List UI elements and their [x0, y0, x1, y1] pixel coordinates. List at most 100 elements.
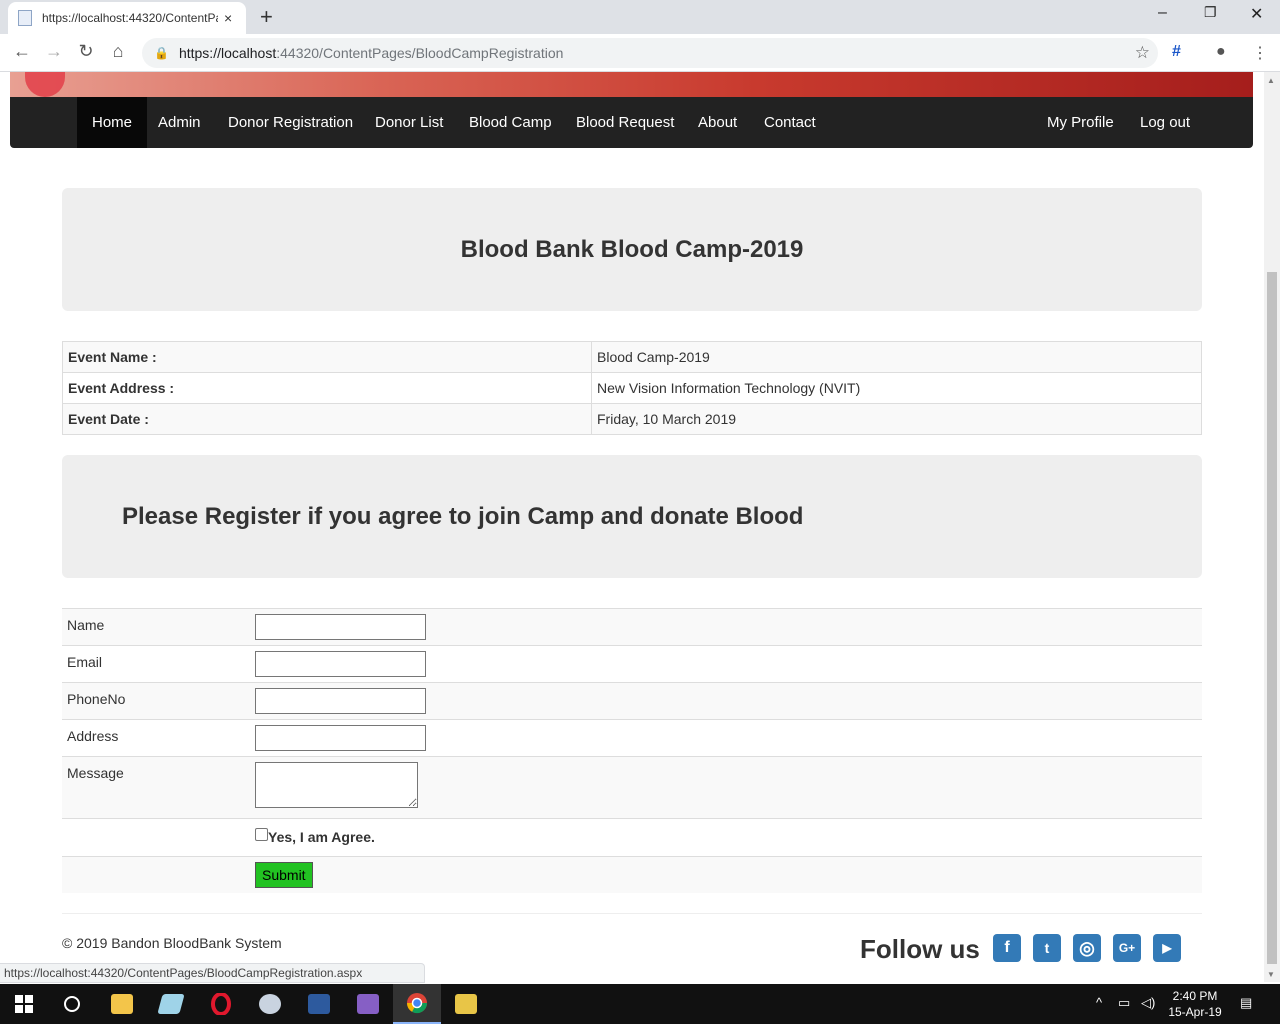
form-row-email: Email [62, 645, 1202, 682]
follow-us-heading: Follow us [860, 934, 980, 964]
network-icon[interactable]: ▭ [1118, 995, 1130, 1011]
scroll-down-icon[interactable]: ▼ [1267, 970, 1275, 979]
event-address-value: New Vision Information Technology (NVIT) [591, 372, 1202, 404]
chrome-icon[interactable] [393, 984, 441, 1024]
restore-icon[interactable]: ❐ [1204, 4, 1217, 21]
youtube-icon[interactable]: ▶ [1153, 934, 1181, 962]
form-row-address: Address [62, 719, 1202, 756]
clock-date: 15-Apr-19 [1168, 1005, 1222, 1019]
browser-tab[interactable]: https://localhost:44320/ContentPages/Blo… [8, 2, 246, 34]
nav-admin[interactable]: Admin [143, 97, 216, 148]
form-row-message: Message [62, 756, 1202, 818]
app-icon[interactable] [147, 984, 195, 1024]
table-row: Event Address : New Vision Information T… [62, 372, 1202, 404]
footer-divider [62, 913, 1202, 914]
home-icon[interactable]: ⌂ [106, 41, 130, 62]
form-row-submit: Submit [62, 856, 1202, 893]
event-details-table: Event Name : Blood Camp-2019 Event Addre… [62, 341, 1202, 435]
taskbar-clock[interactable]: 2:40 PM 15-Apr-19 [1160, 988, 1230, 1020]
form-row-agree: Yes, I am Agree. [62, 818, 1202, 856]
form-row-name: Name [62, 608, 1202, 645]
name-label: Name [67, 617, 105, 633]
event-name-label: Event Name : [62, 341, 592, 373]
agree-label[interactable]: Yes, I am Agree. [268, 829, 375, 845]
form-row-phone: PhoneNo [62, 682, 1202, 719]
lock-icon: 🔒 [154, 46, 169, 60]
page-title: Blood Bank Blood Camp-2019 [460, 236, 804, 263]
message-label: Message [67, 765, 124, 781]
page-scrollbar[interactable]: ▲ ▼ [1264, 72, 1280, 982]
tray-chevron-icon[interactable]: ^ [1096, 995, 1102, 1010]
new-tab-button[interactable]: + [260, 4, 273, 30]
address-label: Address [67, 728, 119, 744]
email-label: Email [67, 654, 103, 670]
instagram-icon[interactable]: ◎ [1073, 934, 1101, 962]
registration-form: Name Email PhoneNo Address Message Yes, … [62, 608, 1202, 893]
browser-toolbar: ← → ↻ ⌂ 🔒 https://localhost:44320/Conten… [0, 34, 1280, 72]
nav-donor-registration[interactable]: Donor Registration [213, 97, 368, 148]
nav-blood-camp[interactable]: Blood Camp [454, 97, 567, 148]
close-tab-icon[interactable]: × [224, 10, 232, 26]
message-textarea[interactable] [255, 762, 418, 808]
name-input[interactable] [255, 614, 426, 640]
bookmark-star-icon[interactable]: ☆ [1135, 43, 1150, 63]
page-icon [18, 10, 32, 26]
back-icon[interactable]: ← [10, 41, 34, 62]
start-icon[interactable] [0, 984, 48, 1024]
email-input[interactable] [255, 651, 426, 677]
minimize-icon[interactable]: – [1158, 4, 1167, 22]
clock-time: 2:40 PM [1172, 989, 1218, 1003]
twitter-icon[interactable]: t [1033, 934, 1061, 962]
nav-log-out[interactable]: Log out [1125, 97, 1205, 148]
profile-icon[interactable]: ● [1216, 43, 1226, 61]
event-date-label: Event Date : [62, 403, 592, 435]
nav-blood-request[interactable]: Blood Request [561, 97, 689, 148]
agree-checkbox[interactable] [255, 828, 268, 841]
tool-icon[interactable] [442, 984, 490, 1024]
forward-icon[interactable]: → [42, 41, 66, 62]
link-status-bar: https://localhost:44320/ContentPages/Blo… [0, 963, 425, 983]
scrollbar-thumb[interactable] [1267, 272, 1277, 964]
search-icon[interactable] [48, 984, 96, 1024]
nav-home[interactable]: Home [77, 97, 148, 148]
facebook-icon[interactable]: f [993, 934, 1021, 962]
google-plus-icon[interactable]: G+ [1113, 934, 1141, 962]
nav-donor-list[interactable]: Donor List [360, 97, 458, 148]
visio-icon[interactable] [295, 984, 343, 1024]
phone-label: PhoneNo [67, 691, 126, 707]
copyright-text: © 2019 Bandon BloodBank System [62, 935, 282, 951]
windows-taskbar: ^ ▭ ◁) 2:40 PM 15-Apr-19 ▤ [0, 984, 1280, 1024]
table-row: Event Date : Friday, 10 March 2019 [62, 403, 1202, 435]
submit-button[interactable]: Submit [255, 862, 313, 888]
nav-my-profile[interactable]: My Profile [1032, 97, 1129, 148]
menu-icon[interactable]: ⋮ [1252, 43, 1268, 63]
banner-image [25, 72, 65, 97]
page-viewport: Home Admin Donor Registration Donor List… [0, 72, 1264, 982]
url-text: https://localhost:44320/ContentPages/Blo… [178, 45, 564, 61]
visual-studio-icon[interactable] [344, 984, 392, 1024]
register-heading: Please Register if you agree to join Cam… [122, 503, 804, 530]
main-navbar: Home Admin Donor Registration Donor List… [10, 97, 1253, 148]
browser-tabbar: https://localhost:44320/ContentPages/Blo… [0, 0, 1280, 34]
table-row: Event Name : Blood Camp-2019 [62, 341, 1202, 373]
reload-icon[interactable]: ↻ [74, 41, 98, 62]
extension-icon[interactable]: # [1172, 43, 1181, 61]
volume-icon[interactable]: ◁) [1141, 995, 1155, 1011]
event-name-value: Blood Camp-2019 [591, 341, 1202, 373]
event-date-value: Friday, 10 March 2019 [591, 403, 1202, 435]
notifications-icon[interactable]: ▤ [1240, 995, 1252, 1011]
header-banner [10, 72, 1253, 97]
nav-contact[interactable]: Contact [749, 97, 831, 148]
paint-icon[interactable] [246, 984, 294, 1024]
window-close-icon[interactable]: ✕ [1250, 4, 1263, 24]
nav-about[interactable]: About [683, 97, 752, 148]
tab-title: https://localhost:44320/ContentPages/Blo… [42, 11, 218, 25]
address-input[interactable] [255, 725, 426, 751]
page-header-panel: Blood Bank Blood Camp-2019 [62, 188, 1202, 311]
scroll-up-icon[interactable]: ▲ [1267, 76, 1275, 85]
opera-icon[interactable] [197, 984, 245, 1024]
event-address-label: Event Address : [62, 372, 592, 404]
file-explorer-icon[interactable] [98, 984, 146, 1024]
phone-input[interactable] [255, 688, 426, 714]
address-bar[interactable]: 🔒 https://localhost:44320/ContentPages/B… [142, 38, 1158, 68]
